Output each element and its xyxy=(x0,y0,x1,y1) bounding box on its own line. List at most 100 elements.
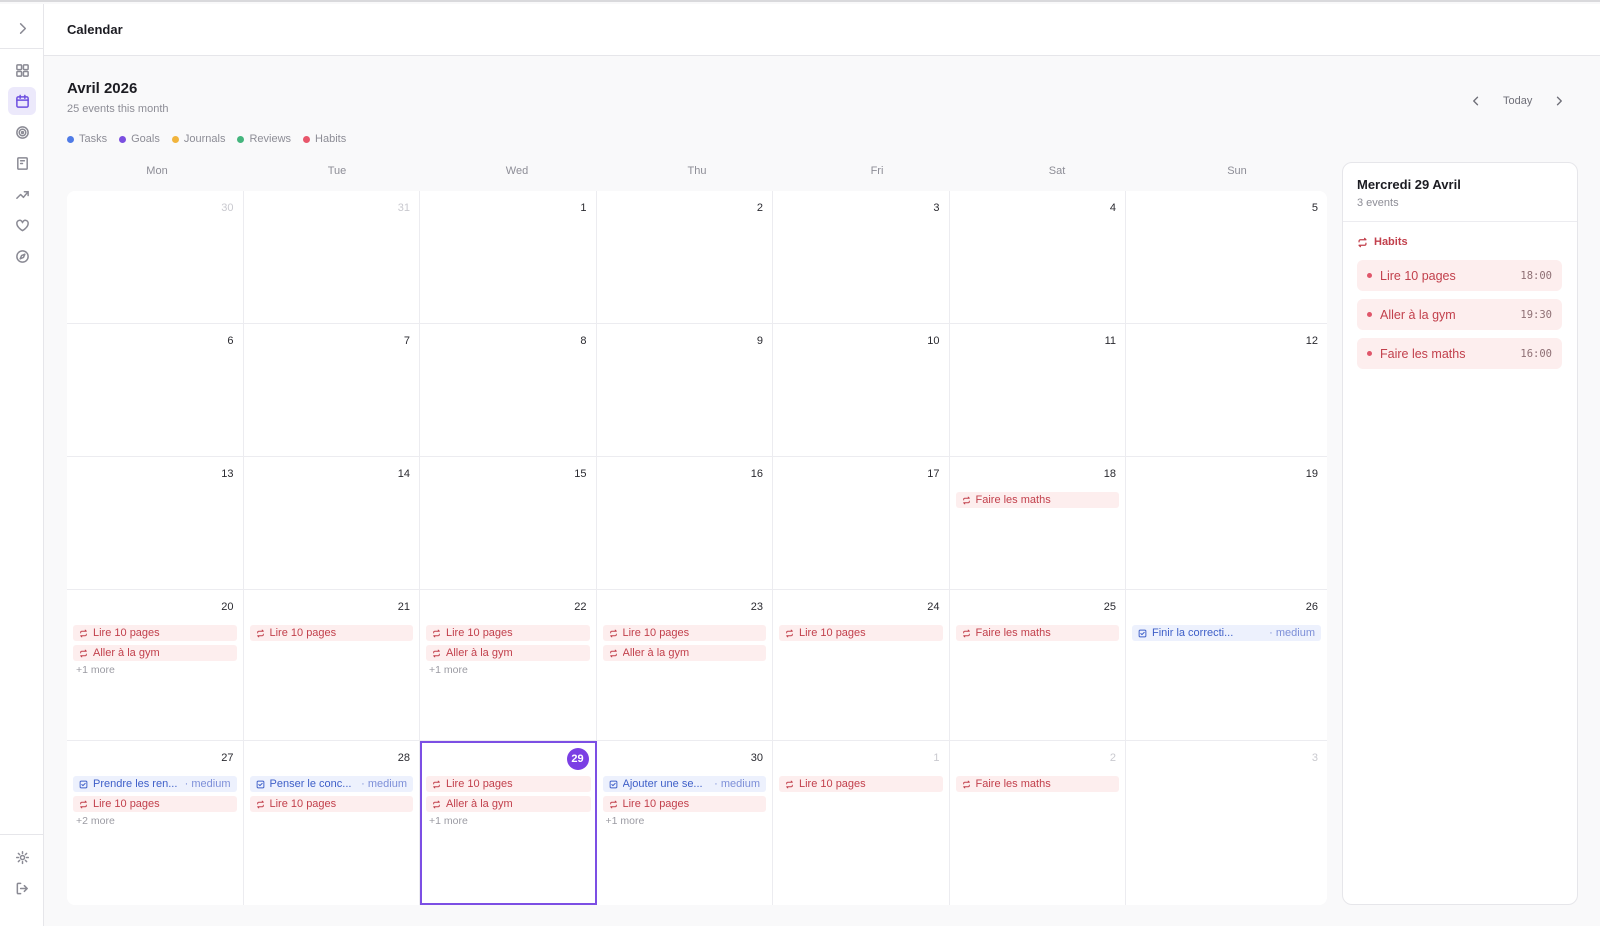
panel-habit-item[interactable]: Aller à la gym 19:30 xyxy=(1357,299,1562,330)
day-cell[interactable]: 9 xyxy=(596,324,773,457)
month-event-count: 25 events this month xyxy=(67,103,169,115)
day-cell[interactable]: 6 xyxy=(67,324,244,457)
day-cell[interactable]: 1 Lire 10 pages xyxy=(773,741,950,905)
legend: Tasks Goals Journals Reviews Habits xyxy=(67,133,346,145)
sidebar-item-dashboard[interactable] xyxy=(8,56,36,84)
day-cell[interactable]: 17 xyxy=(773,457,950,590)
day-cell[interactable]: 20 Lire 10 pages Aller à la gym +1 more xyxy=(67,590,244,741)
day-number: 13 xyxy=(221,468,234,480)
task-event-chip[interactable]: Penser le conc... · medium xyxy=(249,776,413,792)
day-cell[interactable]: 18 Faire les maths xyxy=(949,457,1126,590)
day-cell[interactable]: 11 xyxy=(949,324,1126,457)
habit-event-chip[interactable]: Aller à la gym xyxy=(426,796,591,812)
next-month-button[interactable] xyxy=(1548,90,1570,112)
habit-event-chip[interactable]: Lire 10 pages xyxy=(602,625,766,641)
more-events-link[interactable]: +1 more xyxy=(603,815,767,827)
habit-name: Faire les maths xyxy=(1380,346,1466,361)
habit-name: Aller à la gym xyxy=(1380,307,1456,322)
today-button[interactable]: Today xyxy=(1487,95,1548,107)
day-cell[interactable]: 13 xyxy=(67,457,244,590)
habit-event-chip[interactable]: Lire 10 pages xyxy=(249,796,413,812)
more-events-link[interactable]: +1 more xyxy=(73,664,237,676)
sidebar-item-calendar[interactable] xyxy=(8,87,36,115)
task-event-chip[interactable]: Prendre les ren... · medium xyxy=(73,776,237,792)
day-cell[interactable]: 25 Faire les maths xyxy=(949,590,1126,741)
sidebar-item-explore[interactable] xyxy=(8,242,36,270)
habit-event-chip[interactable]: Lire 10 pages xyxy=(426,776,591,792)
panel-event-count: 3 events xyxy=(1357,197,1399,209)
compass-icon xyxy=(15,249,29,263)
more-events-link[interactable]: +1 more xyxy=(426,815,591,827)
habit-event-chip[interactable]: Lire 10 pages xyxy=(602,796,766,812)
task-event-chip[interactable]: Ajouter une se... · medium xyxy=(602,776,766,792)
weekday-header: Mon Tue Wed Thu Fri Sat Sun xyxy=(67,165,1327,177)
event-list: Prendre les ren... · medium Lire 10 pages +… xyxy=(73,776,237,827)
habit-event-chip[interactable]: Aller à la gym xyxy=(602,645,766,661)
panel-group-habits: Habits xyxy=(1357,236,1408,248)
panel-habit-item[interactable]: Lire 10 pages 18:00 xyxy=(1357,260,1562,291)
habit-event-chip[interactable]: Aller à la gym xyxy=(73,645,237,661)
sidebar-item-journals[interactable] xyxy=(8,149,36,177)
event-label: Ajouter une se... xyxy=(622,778,703,790)
event-label: Lire 10 pages xyxy=(799,627,866,639)
trending-icon xyxy=(15,190,29,199)
day-cell[interactable]: 16 xyxy=(596,457,773,590)
day-cell[interactable]: 8 xyxy=(420,324,597,457)
habit-event-chip[interactable]: Faire les maths xyxy=(955,625,1119,641)
day-cell[interactable]: 2 Faire les maths xyxy=(949,741,1126,905)
day-cell[interactable]: 30 Ajouter une se... · medium Lire 10 pages… xyxy=(596,741,773,905)
habit-event-chip[interactable]: Lire 10 pages xyxy=(73,796,237,812)
day-cell[interactable]: 4 xyxy=(949,191,1126,324)
day-cell[interactable]: 7 xyxy=(243,324,420,457)
day-number: 15 xyxy=(574,468,587,480)
habit-event-chip[interactable]: Lire 10 pages xyxy=(779,776,943,792)
day-cell[interactable]: 5 xyxy=(1126,191,1327,324)
repeat-icon xyxy=(80,800,87,808)
expand-sidebar-button[interactable] xyxy=(8,14,36,42)
day-cell[interactable]: 2 xyxy=(596,191,773,324)
day-cell[interactable]: 19 xyxy=(1126,457,1327,590)
day-cell[interactable]: 14 xyxy=(243,457,420,590)
weekday-label: Mon xyxy=(146,165,168,177)
day-cell-today[interactable]: 29 Lire 10 pages Aller à la gym +1 more xyxy=(420,741,597,905)
day-cell[interactable]: 24 Lire 10 pages xyxy=(773,590,950,741)
panel-divider xyxy=(1343,221,1577,222)
habit-event-chip[interactable]: Faire les maths xyxy=(955,776,1119,792)
more-events-link[interactable]: +1 more xyxy=(426,664,590,676)
sidebar-item-habits[interactable] xyxy=(8,211,36,239)
habit-event-chip[interactable]: Aller à la gym xyxy=(426,645,590,661)
habit-event-chip[interactable]: Faire les maths xyxy=(955,492,1119,508)
repeat-icon xyxy=(609,629,617,637)
repeat-icon xyxy=(962,496,970,504)
habit-event-chip[interactable]: Lire 10 pages xyxy=(249,625,413,641)
settings-button[interactable] xyxy=(8,843,36,871)
day-cell[interactable]: 23 Lire 10 pages Aller à la gym xyxy=(596,590,773,741)
day-cell[interactable]: 10 xyxy=(773,324,950,457)
task-event-chip[interactable]: Finir la correcti... · medium xyxy=(1132,625,1321,641)
day-cell[interactable]: 1 xyxy=(420,191,597,324)
habit-event-chip[interactable]: Lire 10 pages xyxy=(426,625,590,641)
day-cell[interactable]: 30 xyxy=(67,191,244,324)
day-cell[interactable]: 3 xyxy=(773,191,950,324)
day-cell[interactable]: 27 Prendre les ren... · medium Lire 10 page… xyxy=(67,741,244,905)
day-number: 12 xyxy=(1305,335,1318,347)
day-cell[interactable]: 15 xyxy=(420,457,597,590)
previous-month-button[interactable] xyxy=(1465,90,1487,112)
day-cell[interactable]: 31 xyxy=(243,191,420,324)
day-cell[interactable]: 3 xyxy=(1126,741,1327,905)
repeat-icon xyxy=(786,629,793,637)
day-cell[interactable]: 21 Lire 10 pages xyxy=(243,590,420,741)
day-cell[interactable]: 28 Penser le conc... · medium Lire 10 pages xyxy=(243,741,420,905)
day-cell[interactable]: 22 Lire 10 pages Aller à la gym +1 more xyxy=(420,590,597,741)
day-cell[interactable]: 26 Finir la correcti... · medium xyxy=(1126,590,1327,741)
chevron-right-icon xyxy=(1557,96,1563,106)
more-events-link[interactable]: +2 more xyxy=(73,815,237,827)
sidebar-item-goals[interactable] xyxy=(8,118,36,146)
logout-button[interactable] xyxy=(8,874,36,902)
day-cell[interactable]: 12 xyxy=(1126,324,1327,457)
sidebar-item-reviews[interactable] xyxy=(8,180,36,208)
task-check-icon xyxy=(79,780,88,788)
panel-habit-item[interactable]: Faire les maths 16:00 xyxy=(1357,338,1562,369)
habit-event-chip[interactable]: Lire 10 pages xyxy=(73,625,237,641)
habit-event-chip[interactable]: Lire 10 pages xyxy=(779,625,943,641)
